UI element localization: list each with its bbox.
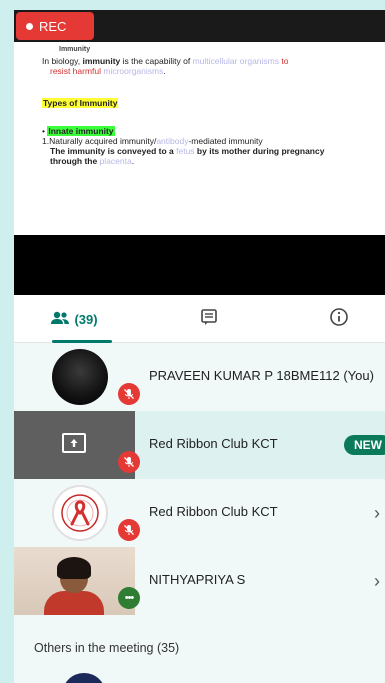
link-placenta[interactable]: placenta	[100, 156, 132, 166]
avatar	[62, 673, 106, 683]
participant-thumbnail	[14, 411, 135, 479]
chat-icon	[200, 308, 218, 331]
tab-chat[interactable]	[149, 295, 269, 343]
link-multicellular[interactable]: multicellular organisms	[193, 56, 279, 66]
slide-heading: Immunity	[59, 46, 91, 53]
participant-video	[14, 547, 135, 615]
red-ribbon-logo	[52, 485, 108, 541]
participant-row[interactable]: Red Ribbon Club KCT ›	[14, 479, 385, 547]
shared-screen: Immunity In biology, immunity is the cap…	[14, 10, 385, 235]
new-badge: NEW	[344, 435, 385, 455]
participant-thumbnail	[14, 479, 135, 547]
participant-name: PRAVEEN KUMAR P 18BME112 (You)	[149, 368, 374, 383]
tab-info[interactable]	[279, 295, 385, 343]
slide-conveyed: The immunity is conveyed to a fetus by i…	[50, 146, 325, 156]
recording-indicator: REC	[16, 12, 94, 40]
link-microorganisms[interactable]: microorganisms	[103, 66, 163, 76]
avatar	[52, 349, 108, 405]
people-icon	[50, 311, 70, 328]
record-dot-icon	[26, 22, 33, 30]
info-icon	[329, 307, 349, 332]
participant-name: NITHYAPRIYA S	[149, 572, 246, 587]
chevron-right-icon[interactable]: ›	[374, 503, 380, 524]
participant-row[interactable]: PRAVEEN KUMAR P 18BME112 (You)	[14, 343, 385, 411]
mic-off-icon	[118, 383, 140, 405]
people-count: (39)	[74, 311, 98, 327]
slide-acquired: 1.Naturally acquired immunity/antibody-m…	[42, 136, 263, 146]
others-heading: Others in the meeting (35)	[34, 641, 180, 655]
frame-border-top	[0, 0, 385, 10]
frame-border-left	[0, 0, 14, 683]
video-letterbox	[14, 235, 385, 295]
participant-row[interactable]: ••• NITHYAPRIYA S ›	[14, 547, 385, 615]
more-options-icon[interactable]: •••	[118, 587, 140, 609]
video-feed	[14, 547, 135, 615]
slide-types-heading: Types of Immunity	[42, 98, 119, 108]
slide-innate: • Innate immunity	[42, 126, 115, 136]
slide-line-2: resist harmful microorganisms.	[50, 66, 166, 76]
slide-line-1: In biology, immunity is the capability o…	[42, 56, 289, 66]
participants-tab-bar: (39)	[14, 295, 385, 343]
participant-name: Red Ribbon Club KCT	[149, 436, 278, 451]
slide-through: through the placenta.	[50, 156, 135, 166]
mic-off-icon	[118, 519, 140, 541]
slide-content: In biology, immunity is the capability o…	[42, 56, 377, 166]
chevron-right-icon[interactable]: ›	[374, 571, 380, 592]
participant-row[interactable]: Red Ribbon Club KCT NEW	[14, 411, 385, 479]
link-antibody[interactable]: antibody	[156, 136, 188, 146]
participant-name: Red Ribbon Club KCT	[149, 504, 278, 519]
tab-people[interactable]: (39)	[14, 295, 134, 343]
participant-thumbnail	[14, 343, 135, 411]
others-section: Others in the meeting (35)	[14, 615, 385, 683]
recording-label: REC	[39, 18, 67, 34]
link-fetus[interactable]: fetus	[176, 146, 194, 156]
mic-off-icon	[118, 451, 140, 473]
screen-share-icon	[62, 433, 86, 453]
